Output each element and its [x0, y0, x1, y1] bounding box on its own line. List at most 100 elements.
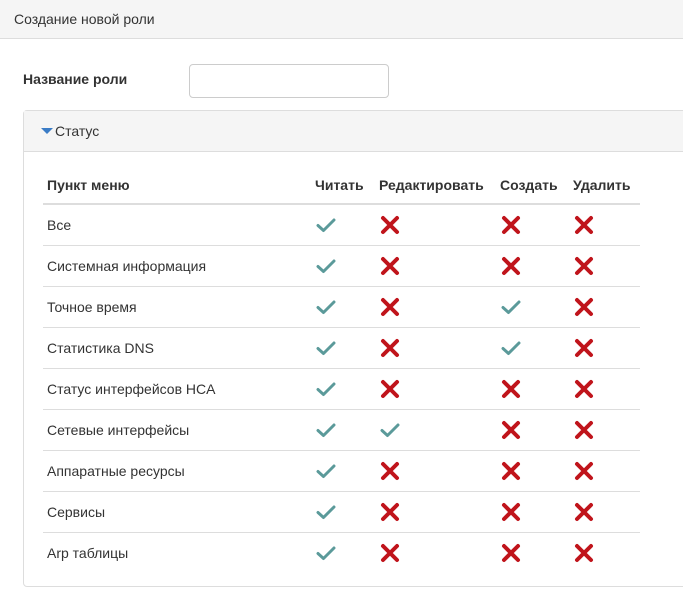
- permission-create-toggle[interactable]: [496, 449, 569, 491]
- cross-icon: [500, 420, 569, 440]
- permission-delete-toggle[interactable]: [569, 490, 640, 532]
- check-icon: [315, 463, 375, 479]
- cross-icon: [573, 338, 640, 358]
- page-title: Создание новой роли: [14, 11, 155, 27]
- menu-item-name: Статус интерфейсов HCA: [43, 367, 311, 409]
- permission-create-toggle[interactable]: [496, 367, 569, 409]
- permission-edit-toggle[interactable]: [375, 449, 496, 491]
- cross-icon: [379, 543, 496, 563]
- permission-create-toggle[interactable]: [496, 408, 569, 450]
- permission-read-toggle[interactable]: [311, 408, 375, 450]
- check-icon: [315, 422, 375, 438]
- permission-read-toggle[interactable]: [311, 326, 375, 368]
- table-row: Arp таблицы: [43, 531, 640, 573]
- cross-icon: [379, 256, 496, 276]
- cross-icon: [379, 297, 496, 317]
- menu-item-name: Все: [47, 216, 72, 233]
- permission-delete-toggle[interactable]: [569, 326, 640, 368]
- permission-read-toggle[interactable]: [311, 204, 375, 245]
- permission-edit-toggle[interactable]: [375, 531, 496, 573]
- permission-edit-toggle[interactable]: [375, 204, 496, 245]
- permission-edit-toggle[interactable]: [375, 244, 496, 286]
- table-row: Сервисы: [43, 490, 640, 532]
- cross-icon: [573, 215, 640, 235]
- table-row: Все: [43, 204, 640, 245]
- role-name-label: Название роли: [23, 71, 128, 87]
- permission-delete-toggle[interactable]: [569, 285, 640, 327]
- permission-read-toggle[interactable]: [311, 490, 375, 532]
- cross-icon: [500, 502, 569, 522]
- table-row: Сетевые интерфейсы: [43, 408, 640, 450]
- permission-edit-toggle[interactable]: [375, 408, 496, 450]
- table-row: Системная информация: [43, 244, 640, 286]
- check-icon: [315, 217, 375, 233]
- page-header: Создание новой роли: [0, 0, 683, 39]
- cross-icon: [573, 461, 640, 481]
- cross-icon: [379, 461, 496, 481]
- permission-create-toggle[interactable]: [496, 244, 569, 286]
- column-header-read: Читать: [311, 166, 375, 205]
- cross-icon: [573, 543, 640, 563]
- permission-create-toggle[interactable]: [496, 490, 569, 532]
- cross-icon: [573, 379, 640, 399]
- check-icon: [315, 258, 375, 274]
- permission-edit-toggle[interactable]: [375, 326, 496, 368]
- check-icon: [500, 340, 569, 356]
- cross-icon: [379, 379, 496, 399]
- table-row: Статистика DNS: [43, 326, 640, 368]
- permission-delete-toggle[interactable]: [569, 449, 640, 491]
- check-icon: [500, 299, 569, 315]
- permission-edit-toggle[interactable]: [375, 285, 496, 327]
- table-header-row: Пункт меню Читать Редактировать Создать …: [43, 166, 640, 205]
- permission-create-toggle[interactable]: [496, 326, 569, 368]
- status-panel-title: Статус: [55, 123, 100, 139]
- menu-item-name: Системная информация: [43, 244, 311, 286]
- permission-create-toggle[interactable]: [496, 531, 569, 573]
- menu-item-name: Аппаратные ресурсы: [43, 449, 311, 491]
- column-header-create: Создать: [496, 166, 569, 205]
- permission-read-toggle[interactable]: [311, 285, 375, 327]
- cross-icon: [379, 215, 496, 235]
- table-row: Аппаратные ресурсы: [43, 449, 640, 491]
- table-row: Точное время: [43, 285, 640, 327]
- menu-item-name: Точное время: [43, 285, 311, 327]
- permission-read-toggle[interactable]: [311, 531, 375, 573]
- permission-delete-toggle[interactable]: [569, 204, 640, 245]
- cross-icon: [573, 502, 640, 522]
- permission-create-toggle[interactable]: [496, 204, 569, 245]
- check-icon: [379, 422, 496, 438]
- permission-read-toggle[interactable]: [311, 367, 375, 409]
- menu-item-name: Сетевые интерфейсы: [43, 408, 311, 450]
- permission-edit-toggle[interactable]: [375, 367, 496, 409]
- status-panel: Статус Пункт меню Читать Редактировать С…: [23, 110, 683, 587]
- cross-icon: [573, 256, 640, 276]
- menu-item-name: Arp таблицы: [43, 531, 311, 573]
- caret-down-icon: [41, 128, 53, 134]
- column-header-edit: Редактировать: [375, 166, 496, 205]
- menu-item-name: Статистика DNS: [43, 326, 311, 368]
- permission-read-toggle[interactable]: [311, 449, 375, 491]
- permissions-table: Пункт меню Читать Редактировать Создать …: [43, 166, 640, 573]
- permission-delete-toggle[interactable]: [569, 531, 640, 573]
- permission-delete-toggle[interactable]: [569, 408, 640, 450]
- check-icon: [315, 381, 375, 397]
- menu-item-name: Сервисы: [43, 490, 311, 532]
- permission-delete-toggle[interactable]: [569, 244, 640, 286]
- status-panel-toggle[interactable]: Статус: [24, 111, 683, 152]
- cross-icon: [500, 461, 569, 481]
- permission-create-toggle[interactable]: [496, 285, 569, 327]
- table-row: Статус интерфейсов HCA: [43, 367, 640, 409]
- cross-icon: [500, 256, 569, 276]
- check-icon: [315, 545, 375, 561]
- check-icon: [315, 504, 375, 520]
- cross-icon: [573, 420, 640, 440]
- role-name-input[interactable]: [189, 64, 389, 98]
- column-header-delete: Удалить: [569, 166, 640, 205]
- check-icon: [315, 299, 375, 315]
- column-header-menu-item: Пункт меню: [43, 166, 311, 205]
- check-icon: [315, 340, 375, 356]
- permission-delete-toggle[interactable]: [569, 367, 640, 409]
- cross-icon: [500, 543, 569, 563]
- permission-edit-toggle[interactable]: [375, 490, 496, 532]
- permission-read-toggle[interactable]: [311, 244, 375, 286]
